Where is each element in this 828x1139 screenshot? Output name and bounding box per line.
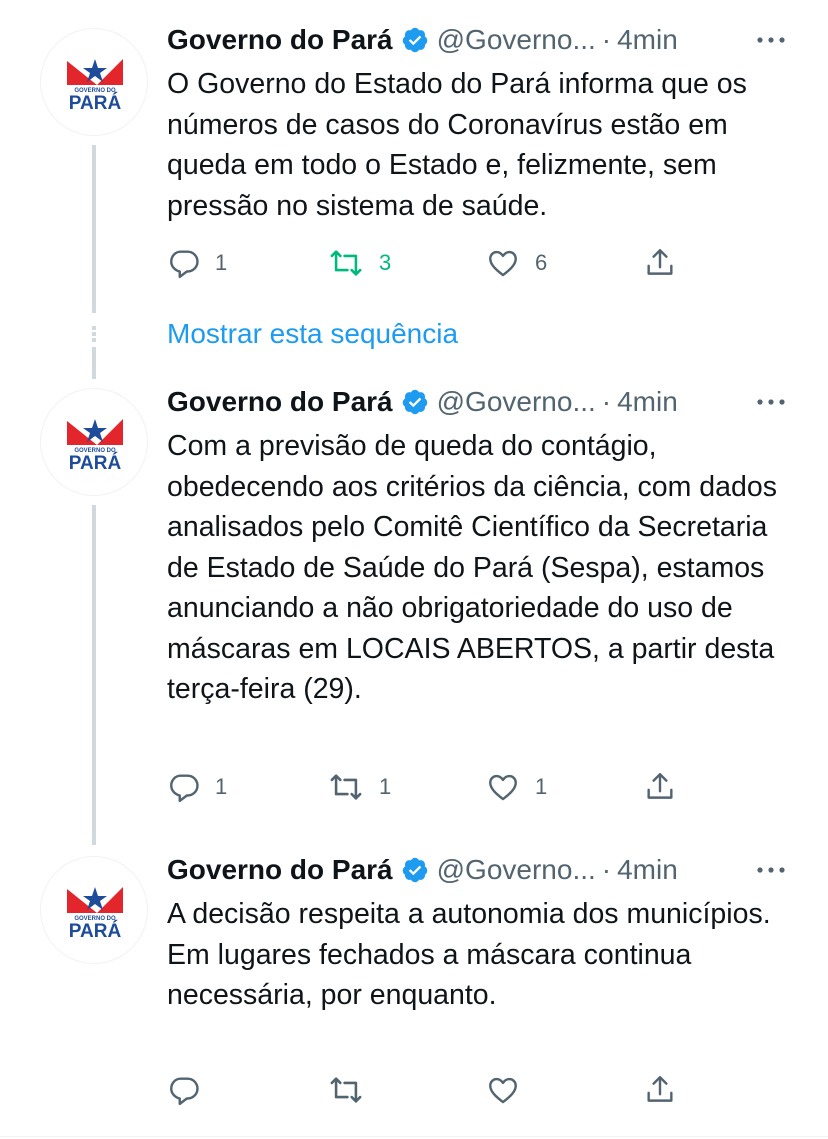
avatar[interactable]: GOVERNO DO PARÁ	[40, 856, 148, 964]
like-button[interactable]: 6	[485, 243, 547, 283]
retweet-icon	[327, 246, 365, 280]
avatar[interactable]: GOVERNO DO PARÁ	[40, 388, 148, 496]
more-icon[interactable]	[754, 388, 788, 416]
svg-text:PARÁ: PARÁ	[69, 92, 122, 114]
tweet-header: Governo do Pará @Governo... · 4min	[167, 20, 828, 60]
share-icon	[643, 246, 677, 280]
retweet-count: 3	[379, 250, 392, 275]
verified-badge-icon	[401, 26, 429, 54]
tweet-header: Governo do Pará @Governo... · 4min	[167, 850, 828, 890]
svg-text:PARÁ: PARÁ	[69, 452, 122, 474]
thread-dots	[92, 326, 96, 342]
like-count: 1	[535, 774, 548, 799]
separator: ·	[601, 24, 612, 55]
reply-button[interactable]: 1	[167, 243, 227, 283]
reply-button[interactable]: 1	[167, 767, 227, 807]
tweet-header: Governo do Pará @Governo... · 4min	[167, 382, 828, 422]
show-thread-link[interactable]: Mostrar esta sequência	[167, 318, 458, 350]
heart-icon	[485, 1073, 521, 1107]
verified-badge-icon	[401, 388, 429, 416]
like-button[interactable]	[485, 1070, 535, 1110]
timestamp[interactable]: 4min	[617, 854, 678, 886]
heart-icon	[485, 770, 521, 804]
author-handle[interactable]: @Governo...	[437, 386, 596, 418]
share-button[interactable]	[643, 243, 677, 283]
retweet-count: 1	[379, 774, 392, 799]
tweet-text: A decisão respeita a autonomia dos munic…	[167, 898, 771, 1011]
tweet-text: Com a previsão de queda do contágio, obe…	[167, 430, 777, 705]
author-name[interactable]: Governo do Pará	[167, 854, 393, 886]
share-icon	[643, 770, 677, 804]
share-button[interactable]	[643, 767, 677, 807]
reply-icon	[167, 246, 201, 280]
separator: ·	[601, 854, 612, 885]
more-icon[interactable]	[754, 856, 788, 884]
author-handle[interactable]: @Governo...	[437, 24, 596, 56]
more-icon[interactable]	[754, 26, 788, 54]
tweet[interactable]: GOVERNO DO PARÁ Governo do Pará @Governo…	[0, 830, 828, 1130]
tweet-text: O Governo do Estado do Pará informa que …	[167, 68, 747, 222]
tweet-actions: 1 3 6	[167, 243, 687, 283]
author-name[interactable]: Governo do Pará	[167, 386, 393, 418]
author-name[interactable]: Governo do Pará	[167, 24, 393, 56]
like-count: 6	[535, 250, 548, 275]
share-button[interactable]	[643, 1070, 677, 1110]
reply-icon	[167, 770, 201, 804]
reply-icon	[167, 1073, 201, 1107]
retweet-button[interactable]	[327, 1070, 379, 1110]
tweet[interactable]: GOVERNO DO PARÁ Governo do Pará @Governo…	[0, 362, 828, 822]
avatar[interactable]: GOVERNO DO PARÁ	[40, 28, 148, 136]
reply-count: 1	[215, 774, 228, 799]
timestamp[interactable]: 4min	[617, 386, 678, 418]
tweet-actions: 1 1 1	[167, 767, 687, 807]
retweet-icon	[327, 1073, 365, 1107]
svg-text:PARÁ: PARÁ	[69, 920, 122, 942]
like-button[interactable]: 1	[485, 767, 547, 807]
retweet-button[interactable]: 3	[327, 243, 391, 283]
reply-count: 1	[215, 250, 228, 275]
divider	[0, 1136, 828, 1137]
timestamp[interactable]: 4min	[617, 24, 678, 56]
tweet[interactable]: GOVERNO DO PARÁ Governo do Pará @Governo…	[0, 0, 828, 310]
heart-icon	[485, 246, 521, 280]
retweet-icon	[327, 770, 365, 804]
author-handle[interactable]: @Governo...	[437, 854, 596, 886]
reply-button[interactable]	[167, 1070, 215, 1110]
separator: ·	[601, 386, 612, 417]
verified-badge-icon	[401, 856, 429, 884]
tweet-actions	[167, 1070, 687, 1110]
retweet-button[interactable]: 1	[327, 767, 391, 807]
share-icon	[643, 1073, 677, 1107]
